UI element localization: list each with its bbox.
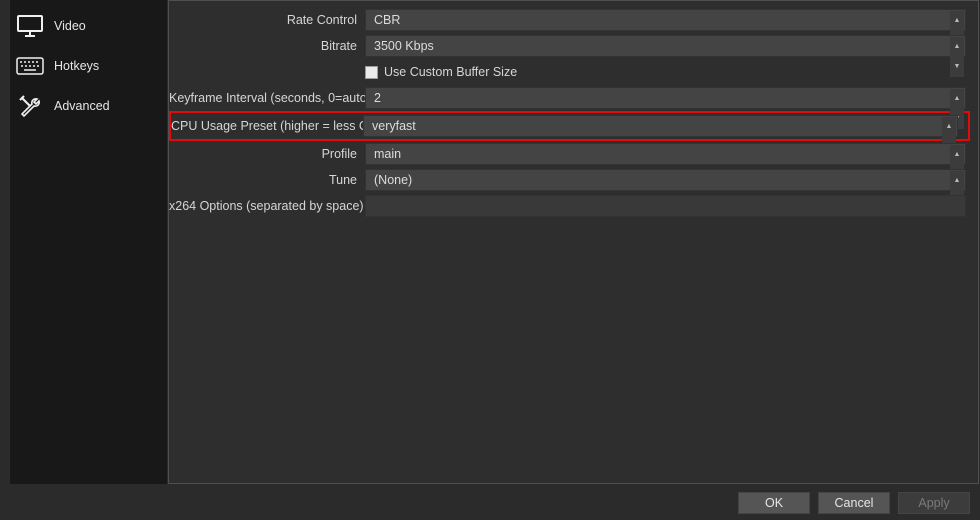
keyframe-spinbox[interactable]: 2 ▲▼ [365, 87, 966, 109]
row-keyframe: Keyframe Interval (seconds, 0=auto) 2 ▲▼ [169, 85, 972, 111]
updown-icon: ▲▼ [942, 117, 956, 135]
sidebar-item-video[interactable]: Video [10, 6, 167, 46]
sidebar-item-hotkeys[interactable]: Hotkeys [10, 46, 167, 86]
bitrate-spinbox[interactable]: 3500 Kbps ▲▼ [365, 35, 966, 57]
updown-icon: ▲▼ [950, 171, 964, 189]
cpu-preset-value: veryfast [372, 119, 416, 133]
sidebar-item-label: Advanced [54, 99, 110, 113]
tune-value: (None) [374, 173, 412, 187]
ok-button[interactable]: OK [738, 492, 810, 514]
sidebar-item-advanced[interactable]: Advanced [10, 86, 167, 126]
profile-value: main [374, 147, 401, 161]
sidebar-item-label: Hotkeys [54, 59, 99, 73]
tune-select[interactable]: (None) ▲▼ [365, 169, 966, 191]
keyframe-label: Keyframe Interval (seconds, 0=auto) [169, 91, 365, 105]
dialog-footer: OK Cancel Apply [0, 486, 980, 520]
row-cpu-preset-highlighted: CPU Usage Preset (higher = less CPU) ver… [169, 111, 970, 141]
row-tune: Tune (None) ▲▼ [169, 167, 972, 193]
rate-control-select[interactable]: CBR ▲▼ [365, 9, 966, 31]
updown-icon: ▲▼ [950, 37, 964, 55]
x264-label: x264 Options (separated by space) [169, 199, 365, 213]
x264-input[interactable] [365, 195, 966, 217]
updown-icon: ▲▼ [950, 11, 964, 29]
keyboard-icon [16, 52, 44, 80]
monitor-icon [16, 12, 44, 40]
custom-buffer-label: Use Custom Buffer Size [384, 65, 517, 79]
row-bitrate: Bitrate 3500 Kbps ▲▼ [169, 33, 972, 59]
updown-icon: ▲▼ [950, 145, 964, 163]
cpu-preset-select[interactable]: veryfast ▲▼ [363, 115, 958, 137]
row-rate-control: Rate Control CBR ▲▼ [169, 7, 972, 33]
row-profile: Profile main ▲▼ [169, 141, 972, 167]
rate-control-value: CBR [374, 13, 400, 27]
output-settings-panel: Rate Control CBR ▲▼ Bitrate 3500 Kbps [168, 0, 979, 484]
cpu-preset-label: CPU Usage Preset (higher = less CPU) [171, 119, 363, 133]
sidebar-item-label: Video [54, 19, 86, 33]
settings-sidebar: Video Hotkeys Advanced [10, 0, 167, 484]
tune-label: Tune [169, 173, 365, 187]
profile-select[interactable]: main ▲▼ [365, 143, 966, 165]
keyframe-value: 2 [374, 91, 381, 105]
row-custom-buffer: Use Custom Buffer Size [169, 59, 972, 85]
row-x264-options: x264 Options (separated by space) [169, 193, 972, 219]
bitrate-label: Bitrate [169, 39, 365, 53]
profile-label: Profile [169, 147, 365, 161]
tools-icon [16, 92, 44, 120]
rate-control-label: Rate Control [169, 13, 365, 27]
updown-icon: ▲▼ [950, 89, 964, 107]
bitrate-value: 3500 Kbps [374, 39, 434, 53]
custom-buffer-checkbox[interactable] [365, 66, 378, 79]
apply-button: Apply [898, 492, 970, 514]
cancel-button[interactable]: Cancel [818, 492, 890, 514]
